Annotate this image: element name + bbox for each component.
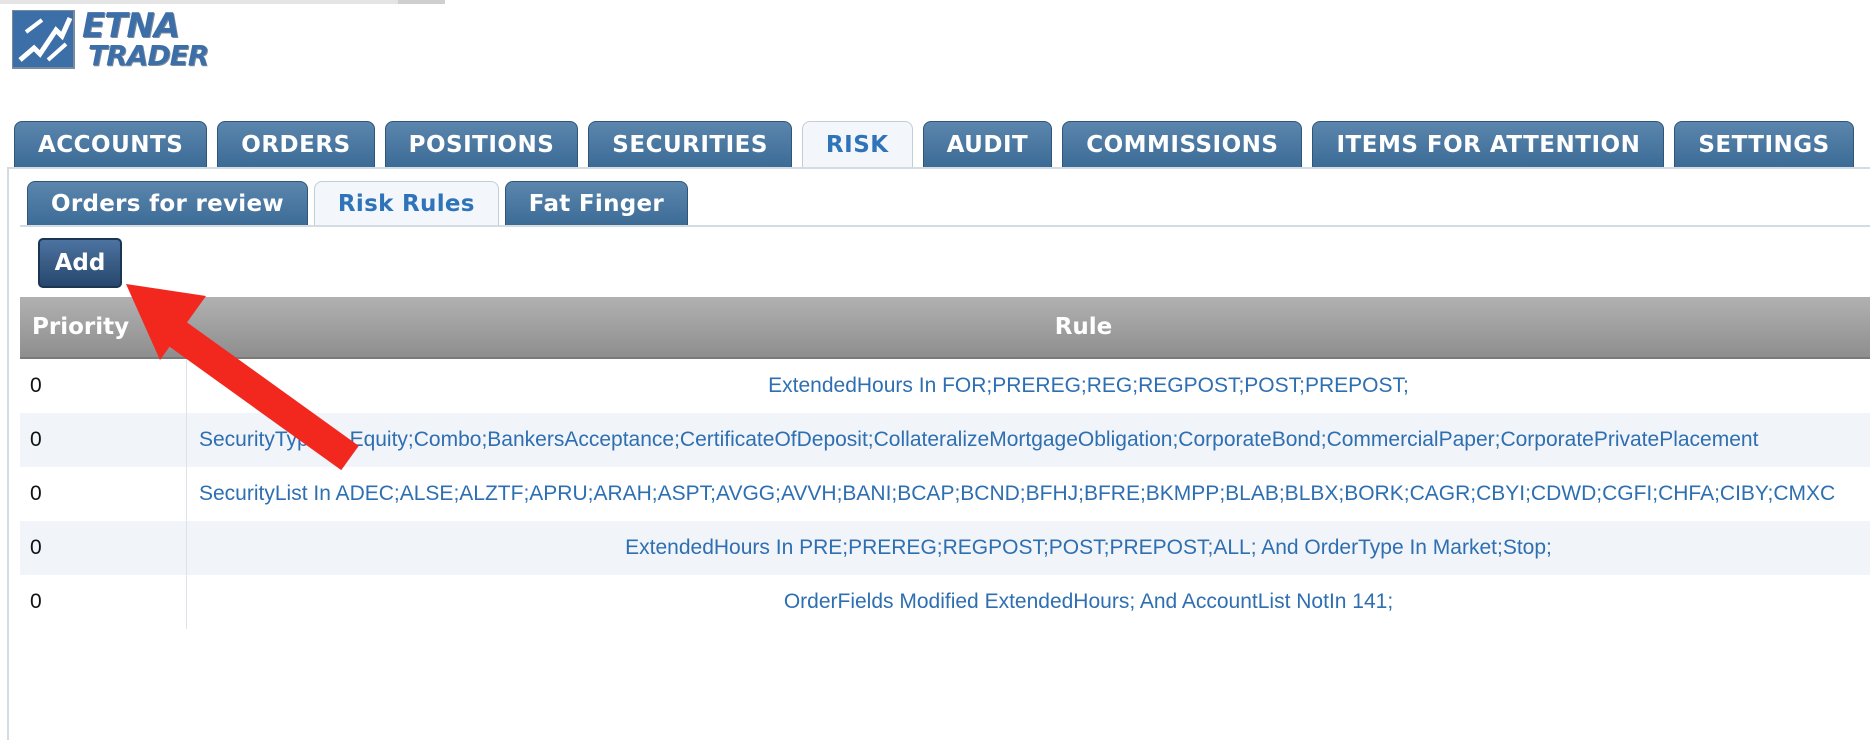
priority-cell: 0 <box>20 413 187 467</box>
tab-orders[interactable]: ORDERS <box>217 121 375 167</box>
logo-line1: ETNA <box>82 6 180 46</box>
rule-cell[interactable]: ExtendedHours In PRE;PREREG;REGPOST;POST… <box>187 521 1870 575</box>
priority-cell: 0 <box>20 575 187 629</box>
browser-top-strip-nub <box>398 0 445 4</box>
priority-cell: 0 <box>20 467 187 521</box>
risk-rules-table: Priority Rule 0 ExtendedHours In FOR;PRE… <box>20 297 1870 629</box>
rule-cell[interactable]: OrderFields Modified ExtendedHours; And … <box>187 575 1870 629</box>
tab-items-for-attention[interactable]: ITEMS FOR ATTENTION <box>1312 121 1665 167</box>
table-header: Priority Rule <box>20 297 1870 359</box>
priority-cell: 0 <box>20 521 187 575</box>
rule-cell[interactable]: SecurityType In Equity;Combo;BankersAcce… <box>187 413 1870 467</box>
priority-column-header[interactable]: Priority <box>20 297 187 357</box>
main-tab-bar: ACCOUNTS ORDERS POSITIONS SECURITIES RIS… <box>14 121 1864 168</box>
rule-cell[interactable]: SecurityList In ADEC;ALSE;ALZTF;APRU;ARA… <box>187 467 1870 521</box>
logo-mark-icon <box>12 10 75 69</box>
tab-accounts[interactable]: ACCOUNTS <box>14 121 208 167</box>
table-row[interactable]: 0 ExtendedHours In FOR;PREREG;REG;REGPOS… <box>20 359 1870 413</box>
logo-wordmark: ETNA TRADER <box>82 6 209 72</box>
tab-settings[interactable]: SETTINGS <box>1674 121 1854 167</box>
browser-top-strip <box>0 0 445 4</box>
table-row[interactable]: 0 OrderFields Modified ExtendedHours; An… <box>20 575 1870 629</box>
tab-securities[interactable]: SECURITIES <box>588 121 792 167</box>
tab-risk[interactable]: RISK <box>801 121 913 168</box>
risk-sub-tab-bar: Orders for review Risk Rules Fat Finger <box>27 181 694 226</box>
tab-orders-for-review[interactable]: Orders for review <box>27 181 308 226</box>
tab-positions[interactable]: POSITIONS <box>384 121 579 167</box>
table-row[interactable]: 0 SecurityType In Equity;Combo;BankersAc… <box>20 413 1870 467</box>
tab-audit[interactable]: AUDIT <box>922 121 1053 167</box>
rule-cell[interactable]: ExtendedHours In FOR;PREREG;REG;REGPOST;… <box>187 359 1870 413</box>
rule-column-header[interactable]: Rule <box>187 297 1870 357</box>
sub-tab-divider <box>20 225 1870 227</box>
tab-fat-finger[interactable]: Fat Finger <box>504 181 689 226</box>
risk-rules-page: ETNA TRADER ACCOUNTS ORDERS POSITIONS SE… <box>0 0 1870 740</box>
tab-commissions[interactable]: COMMISSIONS <box>1062 121 1303 167</box>
table-row[interactable]: 0 SecurityList In ADEC;ALSE;ALZTF;APRU;A… <box>20 467 1870 521</box>
etna-trader-logo: ETNA TRADER <box>12 6 212 72</box>
add-rule-button[interactable]: Add <box>38 238 122 288</box>
tab-risk-rules[interactable]: Risk Rules <box>313 181 499 226</box>
table-row[interactable]: 0 ExtendedHours In PRE;PREREG;REGPOST;PO… <box>20 521 1870 575</box>
logo-line2: TRADER <box>88 39 209 72</box>
priority-cell: 0 <box>20 359 187 413</box>
